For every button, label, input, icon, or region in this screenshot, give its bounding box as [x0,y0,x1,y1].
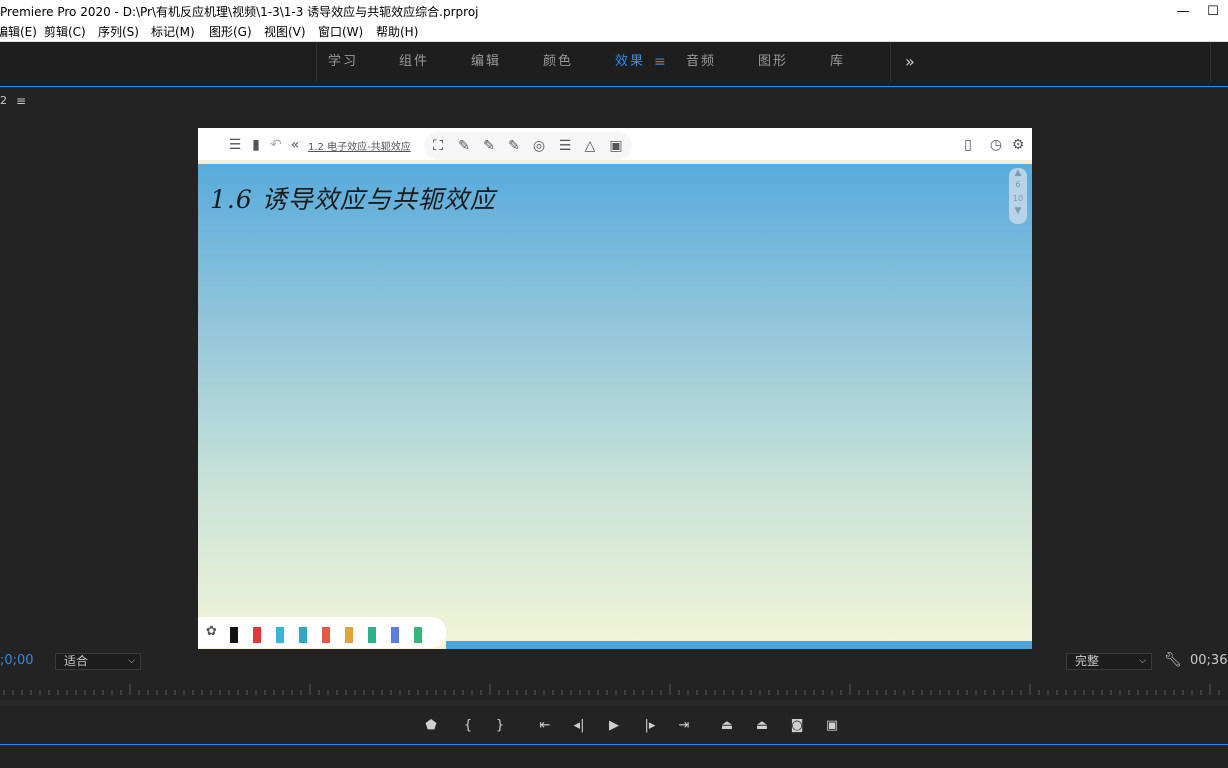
go-to-out-button[interactable]: ⇥ [674,716,694,736]
workspace-tab-editing[interactable]: 编辑 [471,42,501,82]
menu-window[interactable]: 窗口(W) [318,24,363,40]
menu-bar: 编辑(E) 剪辑(C) 序列(S) 标记(M) 图形(G) 视图(V) 窗口(W… [0,24,1228,42]
marker-icon: ✎ [483,138,495,154]
outline-icon: ☰ [228,137,242,153]
pen-icon: ✎ [458,138,470,154]
blue-pen-icon [391,627,399,643]
undo-icon: ↶ [270,137,282,153]
menu-view[interactable]: 视图(V) [264,24,306,40]
minimize-button[interactable]: — [1168,0,1198,24]
green-pen-icon [368,627,376,643]
duration-timecode: 00;36 [1190,653,1228,668]
quality-value: 完整 [1075,654,1100,668]
workspace-bar: 学习 组件 编辑 颜色 效果 ≡ 音频 图形 库 » [0,42,1228,86]
menu-sequence[interactable]: 序列(S) [98,24,139,40]
menu-graphics[interactable]: 图形(G) [209,24,252,40]
whiteboard-toolbar: ☰ ▮ ↶ « 1.2 电子效应-共轭效应 ⛶ ✎ ✎ ✎ ◎ ☰ △ ▣ ▯ … [198,128,1032,164]
page-down-icon: ▼ [1014,206,1022,216]
export-frame-button[interactable]: ◙ [787,716,807,736]
fit-value: 适合 [64,654,89,668]
gear-icon: ⚙ [1011,137,1025,153]
page-indicator: ▲ 6 10 ▼ [1009,168,1027,224]
eraser-tool-icon: ◎ [532,138,546,154]
transport-controls: ⬟ { } ⇤ ◂| ▶ |▸ ⇥ ⏏ ⏏ ◙ ▣ [0,712,1228,740]
video-bottom-strip [446,641,1032,649]
select-icon: ⛶ [433,138,443,154]
add-marker-button[interactable]: ⬟ [421,716,441,736]
yellow-pen-icon [345,627,353,643]
restore-button[interactable]: ☐ [1198,0,1228,24]
panel-menu-icon[interactable]: ≡ [16,92,26,110]
palette-icon: ✿ [206,624,217,639]
workspace-tab-audio[interactable]: 音频 [686,42,716,82]
pen-color-bar: ✿ [198,617,446,648]
menu-help[interactable]: 帮助(H) [376,24,418,40]
workspace-divider [890,42,891,82]
workspace-tab-graphics[interactable]: 图形 [758,42,788,82]
workspace-tab-assembly[interactable]: 组件 [399,42,429,82]
go-to-in-button[interactable]: ⇤ [535,716,555,736]
workspace-menu-icon[interactable]: ≡ [654,42,666,82]
highlighter-icon: ✎ [508,138,520,154]
menu-markers[interactable]: 标记(M) [151,24,195,40]
shapes-icon: △ [584,138,596,154]
pen-tool-group: ⛶ ✎ ✎ ✎ ◎ ☰ △ ▣ [424,132,632,160]
menu-edit[interactable]: 编辑(E) [0,24,37,40]
quality-dropdown[interactable]: 完整 ⌵ [1066,653,1152,670]
page-up-icon: ▲ [1014,168,1022,178]
eraser-icon: ▮ [252,137,260,153]
monitor-controls: ;0;00 适合 ⌵ 完整 ⌵ 🔧︎ 00;36 [0,651,1228,673]
fit-dropdown[interactable]: 适合 ⌵ [55,653,141,670]
workspace-tab-color[interactable]: 颜色 [543,42,573,82]
wrench-icon[interactable]: 🔧︎ [1164,652,1182,668]
teal-pen-icon [299,627,307,643]
screen-icon: ▣ [609,138,623,154]
page-total: 10 [1012,194,1024,203]
step-forward-button[interactable]: |▸ [640,716,660,736]
lift-button[interactable]: ⏏ [717,716,737,736]
breadcrumb: 1.2 电子效应-共轭效应 [308,142,411,153]
time-ruler[interactable] [0,684,1228,696]
chevron-down-icon: ⌵ [1139,656,1146,666]
title-bar: Premiere Pro 2020 - D:\Pr\有机反应机理\视频\1-3\… [0,0,1228,24]
workspace-tab-libraries[interactable]: 库 [830,42,845,82]
red-pen-icon [253,627,261,643]
orange-pen-icon [322,627,330,643]
cyan-pen-icon [276,627,284,643]
workspace-tab-learn[interactable]: 学习 [328,42,358,82]
add-page-icon: ▯ [964,137,972,153]
comparison-view-button[interactable]: ▣ [822,716,842,736]
handwritten-title: 1.6 诱导效应与共轭效应 [210,185,496,214]
step-back-button[interactable]: ◂| [569,716,589,736]
extract-button[interactable]: ⏏ [752,716,772,736]
workspace-more-button[interactable]: » [905,42,917,82]
workspace-divider [1210,42,1211,82]
zoom-scrollbar[interactable] [0,700,1228,706]
panel-title: 2 [0,94,7,107]
workspace-tab-effects[interactable]: 效果 [615,42,645,82]
workspace-divider [316,42,317,82]
mint-pen-icon [414,627,422,643]
clock-icon: ◷ [989,137,1003,153]
mark-in-button[interactable]: { [458,716,478,736]
play-button[interactable]: ▶ [604,716,624,736]
page-current: 6 [1015,180,1021,189]
back-icon: « [290,137,300,153]
text-icon: ☰ [558,138,572,154]
video-frame: ☰ ▮ ↶ « 1.2 电子效应-共轭效应 ⛶ ✎ ✎ ✎ ◎ ☰ △ ▣ ▯ … [198,128,1032,649]
chevron-down-icon: ⌵ [128,656,135,666]
menu-clip[interactable]: 剪辑(C) [44,24,86,40]
panel-bottom-line [0,744,1228,745]
black-pen-icon [230,627,238,643]
playhead-timecode[interactable]: ;0;00 [0,653,34,668]
window-title: Premiere Pro 2020 - D:\Pr\有机反应机理\视频\1-3\… [0,5,479,19]
mark-out-button[interactable]: } [490,716,510,736]
